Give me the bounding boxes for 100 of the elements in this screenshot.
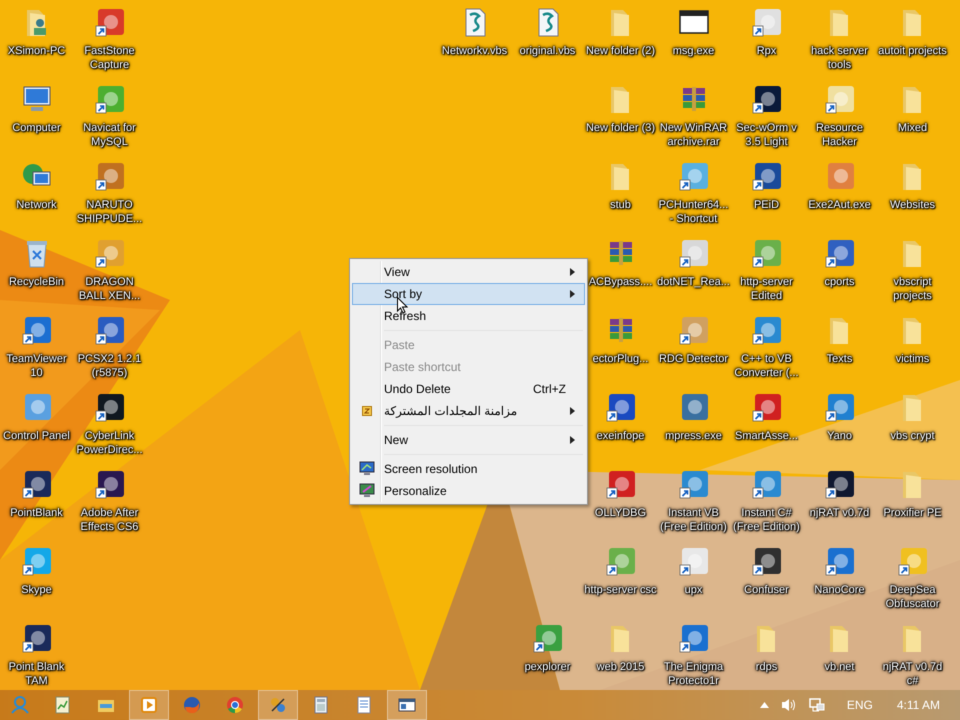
icon-label: http-server Edited: [739, 275, 794, 303]
icon-label: Sec-wOrm v 3.5 Light: [735, 121, 798, 149]
icon-label: TeamViewer 10: [5, 352, 68, 380]
app-icon[interactable]: [750, 160, 782, 192]
icon-label: Networkv.vbs: [440, 44, 508, 58]
icon-label: vbscript projects: [892, 275, 933, 303]
icon-label: OLLYDBG: [594, 506, 648, 520]
icon-label: rdps: [754, 660, 778, 674]
icon-label: autoit projects: [877, 44, 948, 58]
icon-label: NARUTO SHIPPUDE...: [76, 198, 144, 226]
icon-label: victims: [894, 352, 930, 366]
icon-label: DRAGON BALL XEN...: [78, 275, 142, 303]
icon-label: vb.net: [824, 660, 856, 674]
browser-icon: [225, 695, 245, 715]
submenu-arrow-icon: [570, 268, 575, 276]
icon-label: RDG Detector: [658, 352, 730, 366]
icon-label: SmartAsse...: [734, 429, 799, 443]
tool-icon: [268, 695, 288, 715]
menu-item[interactable]: Sort by: [352, 283, 585, 305]
icon-label: mpress.exe: [664, 429, 723, 443]
browser-icon: [182, 695, 202, 715]
icon-label: ACBypass....: [588, 275, 654, 289]
display-icon: [359, 461, 375, 477]
icon-label: FastStone Capture: [83, 44, 136, 72]
icon-label: NanoCore: [813, 583, 866, 597]
icon-label: PCHunter64... - Shortcut: [658, 198, 730, 226]
icon-label: PEiD: [752, 198, 780, 212]
icon-label: The Enigma Protecto1r: [662, 660, 724, 688]
app-icon[interactable]: [20, 622, 52, 654]
app-icon[interactable]: [94, 468, 126, 500]
icon-label: ectorPlug...: [592, 352, 650, 366]
icon-label: Yano: [826, 429, 853, 443]
icon-label: PointBlank: [9, 506, 64, 520]
icon-label: Confuser: [743, 583, 790, 597]
icon-label: Mixed: [896, 121, 928, 135]
show-hidden-icons-icon[interactable]: [760, 702, 769, 708]
icon-label: XSimon-PC: [6, 44, 66, 58]
app-icon[interactable]: [750, 391, 782, 423]
icon-label: Skype: [20, 583, 53, 597]
network-icon[interactable]: [808, 698, 825, 712]
icon-label: exeinfope: [596, 429, 646, 443]
icon-label: stub: [609, 198, 632, 212]
icon-label: cports: [824, 275, 856, 289]
menu-item[interactable]: Screen resolution: [352, 458, 585, 480]
icon-label: njRAT v0.7d c#: [882, 660, 944, 688]
speaker-icon[interactable]: [780, 698, 797, 712]
icon-label: New folder (3): [584, 121, 656, 135]
taskbar-button[interactable]: [387, 690, 427, 720]
icon-label: New WinRAR archive.rar: [658, 121, 728, 149]
app-icon[interactable]: [20, 468, 52, 500]
icon-label: Point Blank TAM: [8, 660, 66, 688]
icon-label: Exe2Aut.exe: [807, 198, 872, 212]
icon-label: New folder (2): [584, 44, 656, 58]
app-icon[interactable]: [604, 468, 636, 500]
people-icon: [10, 695, 30, 715]
icon-label: msg.exe: [672, 44, 716, 58]
icon-label: upx: [684, 583, 704, 597]
app-icon[interactable]: [94, 314, 126, 346]
icon-label: Network: [15, 198, 58, 212]
icon-label: Control Panel: [2, 429, 71, 443]
icon-label: Rpx: [756, 44, 778, 58]
icon-label: Navicat for MySQL: [82, 121, 137, 149]
icon-label: Websites: [888, 198, 936, 212]
app-icon[interactable]: [604, 391, 636, 423]
icon-label: CyberLink PowerDirec...: [75, 429, 144, 457]
icon-label: njRAT v0.7d: [808, 506, 870, 520]
menu-item[interactable]: View: [352, 261, 585, 283]
menu-item[interactable]: Personalize: [352, 480, 585, 502]
app-icon[interactable]: [94, 391, 126, 423]
icon-label: dotNET_Rea...: [656, 275, 730, 289]
icon-label: Instant VB (Free Edition): [659, 506, 728, 534]
icon-label: vbs crypt: [889, 429, 936, 443]
app-icon[interactable]: [824, 468, 856, 500]
submenu-arrow-icon: [570, 436, 575, 444]
media-player-icon: [139, 695, 159, 715]
icon-label: Adobe After Effects CS6: [80, 506, 140, 534]
submenu-arrow-icon: [570, 290, 575, 298]
icon-label: Resource Hacker: [814, 121, 864, 149]
sync-icon: [362, 406, 372, 416]
menu-item[interactable]: Refresh: [352, 305, 585, 327]
icon-label: original.vbs: [518, 44, 576, 58]
personalize-icon: [359, 483, 375, 499]
icon-label: C++ to VB Converter (...: [733, 352, 800, 380]
icon-label: RecycleBin: [8, 275, 66, 289]
menu-item[interactable]: Undo Delete Ctrl+Z: [352, 378, 585, 400]
icon-label: http-server csc: [584, 583, 658, 597]
app-icon[interactable]: [750, 545, 782, 577]
icon-label: web 2015: [596, 660, 646, 674]
icon-label: Instant C# (Free Edition): [732, 506, 801, 534]
menu-item[interactable]: New: [352, 429, 585, 451]
menu-item[interactable]: مزامنة المجلدات المشتركة: [352, 400, 585, 422]
app-icon[interactable]: [750, 83, 782, 115]
submenu-arrow-icon: [570, 407, 575, 415]
icon-label: pexplorer: [524, 660, 572, 674]
icon-label: DeepSea Obfuscator: [884, 583, 940, 611]
icon-label: Computer: [11, 121, 62, 135]
icon-label: PCSX2 1.2.1 (r5875): [76, 352, 142, 380]
icon-label: hack server tools: [810, 44, 869, 72]
icon-label: Proxifier PE: [882, 506, 943, 520]
icon-label: Texts: [826, 352, 854, 366]
